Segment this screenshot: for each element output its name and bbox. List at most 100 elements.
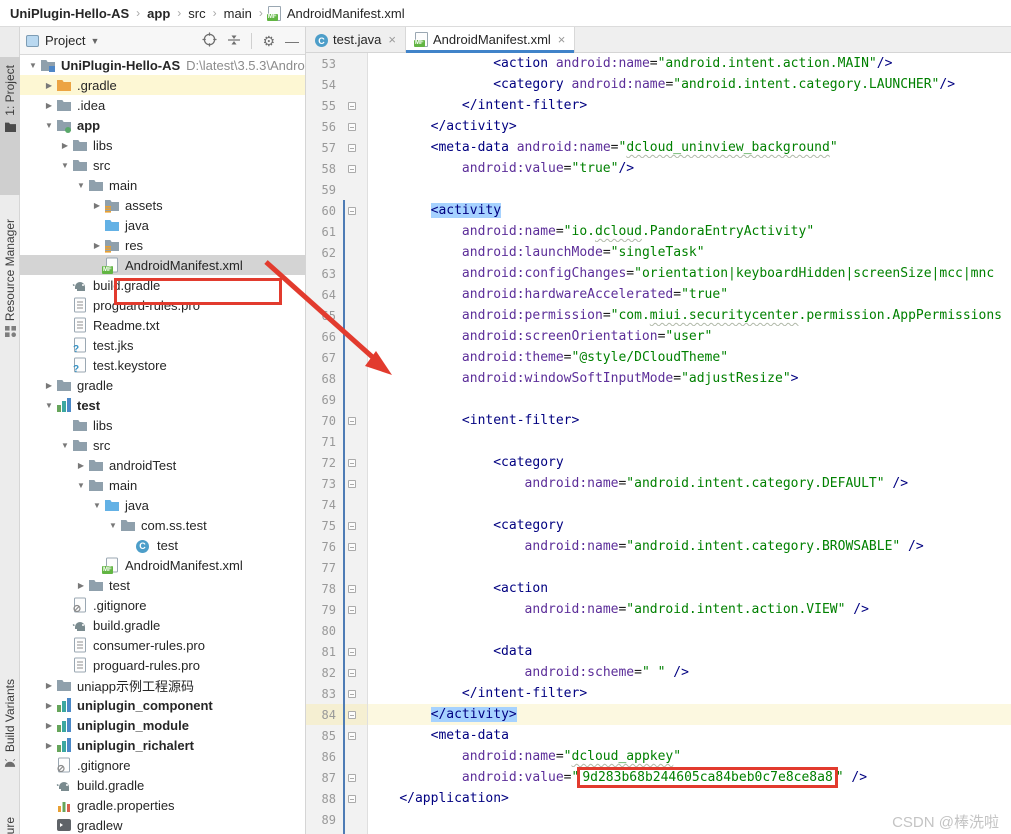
code-line-77[interactable]: 77: [306, 557, 1011, 578]
tree-expand-icon[interactable]: ▼: [106, 521, 120, 530]
code-line-69[interactable]: 69: [306, 389, 1011, 410]
editor-tab-AndroidManifest.xml[interactable]: MFAndroidManifest.xml×: [406, 27, 575, 52]
tree-row-uniplugin_component[interactable]: ▶uniplugin_component: [20, 695, 306, 715]
tree-collapse-icon[interactable]: ▶: [58, 141, 72, 150]
stripe-button-project[interactable]: 1: Project: [0, 57, 20, 195]
tree-row-consumer-rules.pro[interactable]: consumer-rules.pro: [20, 635, 306, 655]
fold-marker[interactable]: [345, 543, 359, 551]
code-line-57[interactable]: 57 <meta-data android:name="dcloud_uninv…: [306, 137, 1011, 158]
tree-row-libs[interactable]: ▶libs: [20, 135, 306, 155]
locate-file-icon[interactable]: [202, 32, 217, 49]
fold-marker[interactable]: [345, 711, 359, 719]
tree-row-build.gradle[interactable]: build.gradle: [20, 615, 306, 635]
code-line-84[interactable]: 84 </activity>: [306, 704, 1011, 725]
tree-row-test[interactable]: Ctest: [20, 535, 306, 555]
tree-row-proguard-rules.pro[interactable]: proguard-rules.pro: [20, 655, 306, 675]
breadcrumb-item[interactable]: src: [186, 6, 207, 21]
tree-row-test[interactable]: ▼test: [20, 395, 306, 415]
code-line-55[interactable]: 55 </intent-filter>: [306, 95, 1011, 116]
code-line-71[interactable]: 71: [306, 431, 1011, 452]
tree-row-uniplugin_module[interactable]: ▶uniplugin_module: [20, 715, 306, 735]
tree-row-java[interactable]: ▼java: [20, 495, 306, 515]
tree-collapse-icon[interactable]: ▶: [90, 241, 104, 250]
tree-row-app[interactable]: ▼app: [20, 115, 306, 135]
fold-marker[interactable]: [345, 585, 359, 593]
fold-marker[interactable]: [345, 732, 359, 740]
tree-collapse-icon[interactable]: ▶: [42, 101, 56, 110]
code-line-79[interactable]: 79 android:name="android.intent.action.V…: [306, 599, 1011, 620]
code-line-53[interactable]: 53 <action android:name="android.intent.…: [306, 53, 1011, 74]
code-line-75[interactable]: 75 <category: [306, 515, 1011, 536]
code-editor[interactable]: 53 <action android:name="android.intent.…: [306, 53, 1011, 834]
project-panel-title[interactable]: Project: [45, 33, 85, 48]
tree-row-uniplugin_richalert[interactable]: ▶uniplugin_richalert: [20, 735, 306, 755]
code-line-81[interactable]: 81 <data: [306, 641, 1011, 662]
tree-row-com.ss.test[interactable]: ▼com.ss.test: [20, 515, 306, 535]
tree-collapse-icon[interactable]: ▶: [42, 721, 56, 730]
tree-row-gradle.properties[interactable]: gradle.properties: [20, 795, 306, 815]
code-line-83[interactable]: 83 </intent-filter>: [306, 683, 1011, 704]
tree-row-UniPlugin-Hello-AS[interactable]: ▼UniPlugin-Hello-ASD:\latest\3.5.3\Andro…: [20, 55, 306, 75]
code-line-78[interactable]: 78 <action: [306, 578, 1011, 599]
editor-tab-test.java[interactable]: Ctest.java×: [306, 27, 406, 52]
fold-marker[interactable]: [345, 480, 359, 488]
code-line-61[interactable]: 61 android:name="io.dcloud.PandoraEntryA…: [306, 221, 1011, 242]
code-line-70[interactable]: 70 <intent-filter>: [306, 410, 1011, 431]
gear-icon[interactable]: ⚙: [262, 34, 275, 48]
tree-expand-icon[interactable]: ▼: [90, 501, 104, 510]
tree-row-assets[interactable]: ▶assets: [20, 195, 306, 215]
tree-row-androidTest[interactable]: ▶androidTest: [20, 455, 306, 475]
tree-collapse-icon[interactable]: ▶: [42, 681, 56, 690]
tree-row-gradlew[interactable]: gradlew: [20, 815, 306, 834]
code-line-74[interactable]: 74: [306, 494, 1011, 515]
fold-marker[interactable]: [345, 417, 359, 425]
code-line-85[interactable]: 85 <meta-data: [306, 725, 1011, 746]
code-line-82[interactable]: 82 android:scheme=" " />: [306, 662, 1011, 683]
stripe-button-structure[interactable]: Structure: [0, 817, 20, 834]
tree-expand-icon[interactable]: ▼: [58, 441, 72, 450]
code-line-87[interactable]: 87 android:value="9d283b68b244605ca84beb…: [306, 767, 1011, 788]
tree-row-test[interactable]: ▶test: [20, 575, 306, 595]
tree-row-.idea[interactable]: ▶.idea: [20, 95, 306, 115]
tree-expand-icon[interactable]: ▼: [74, 481, 88, 490]
hide-panel-icon[interactable]: —: [285, 34, 299, 48]
tree-expand-icon[interactable]: ▼: [42, 401, 56, 410]
tree-row-.gradle[interactable]: ▶.gradle: [20, 75, 306, 95]
fold-marker[interactable]: [345, 606, 359, 614]
fold-marker[interactable]: [345, 669, 359, 677]
tree-expand-icon[interactable]: ▼: [42, 121, 56, 130]
fold-marker[interactable]: [345, 123, 359, 131]
code-line-60[interactable]: 60 <activity: [306, 200, 1011, 221]
breadcrumb-item[interactable]: UniPlugin-Hello-AS: [8, 6, 131, 21]
fold-marker[interactable]: [345, 795, 359, 803]
tree-collapse-icon[interactable]: ▶: [74, 461, 88, 470]
tree-row-src[interactable]: ▼src: [20, 155, 306, 175]
code-line-58[interactable]: 58 android:value="true"/>: [306, 158, 1011, 179]
fold-marker[interactable]: [345, 774, 359, 782]
tree-collapse-icon[interactable]: ▶: [42, 701, 56, 710]
tree-row-java[interactable]: java: [20, 215, 306, 235]
tree-row-.gitignore[interactable]: .gitignore: [20, 755, 306, 775]
stripe-button-build-variants[interactable]: Build Variants: [0, 679, 20, 814]
tree-row-main[interactable]: ▼main: [20, 475, 306, 495]
tree-row-build.gradle[interactable]: build.gradle: [20, 775, 306, 795]
breadcrumb-item[interactable]: main: [222, 6, 254, 21]
tree-expand-icon[interactable]: ▼: [26, 61, 40, 70]
breadcrumb-item[interactable]: app: [145, 6, 172, 21]
code-line-73[interactable]: 73 android:name="android.intent.category…: [306, 473, 1011, 494]
fold-marker[interactable]: [345, 144, 359, 152]
collapse-all-icon[interactable]: [227, 33, 241, 49]
stripe-button-resource-manager[interactable]: Resource Manager: [0, 215, 20, 365]
tree-collapse-icon[interactable]: ▶: [42, 81, 56, 90]
code-line-80[interactable]: 80: [306, 620, 1011, 641]
tree-collapse-icon[interactable]: ▶: [42, 741, 56, 750]
tree-collapse-icon[interactable]: ▶: [74, 581, 88, 590]
tree-row-uniapp[interactable]: ▶uniapp示例工程源码: [20, 675, 306, 695]
fold-marker[interactable]: [345, 102, 359, 110]
code-line-76[interactable]: 76 android:name="android.intent.category…: [306, 536, 1011, 557]
code-line-88[interactable]: 88 </application>: [306, 788, 1011, 809]
close-icon[interactable]: ×: [558, 32, 566, 47]
fold-marker[interactable]: [345, 165, 359, 173]
tree-row-src[interactable]: ▼src: [20, 435, 306, 455]
fold-marker[interactable]: [345, 459, 359, 467]
